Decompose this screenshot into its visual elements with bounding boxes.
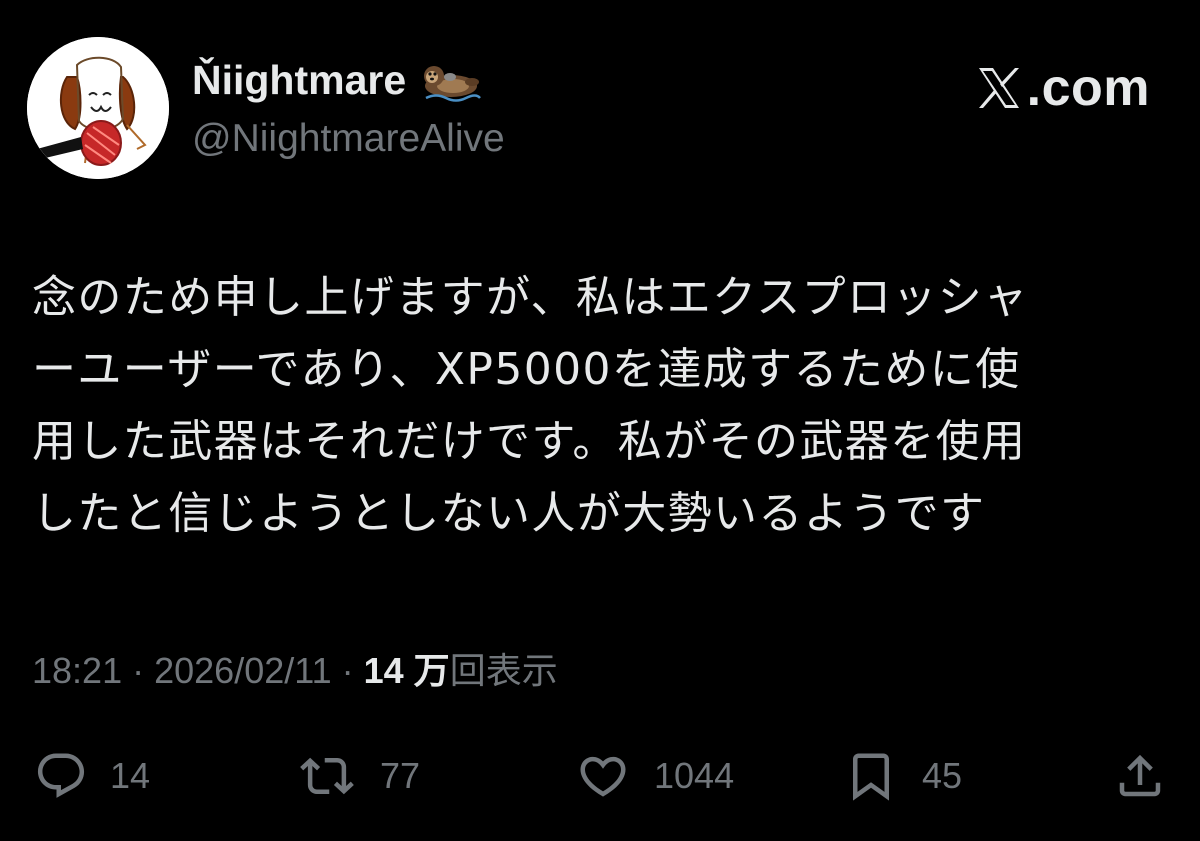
tweet-text-line: 念のため申し上げますが、私はエクスプロッシャ [32, 272, 1029, 323]
tweet-card: Ňiightmare @NiightmareAlive .com 念のため申し上… [0, 0, 1200, 841]
views-label: 回表示 [449, 650, 558, 691]
meta-separator: · [341, 650, 364, 691]
tweet-text-line: 用した武器はそれだけです。私がその武器を使用 [32, 416, 1027, 467]
tweet-text: 念のため申し上げますが、私はエクスプロッシャ ーユーザーであり、XP5000を達… [32, 262, 1172, 550]
action-bar: 14 77 1044 45 [0, 744, 1200, 808]
otter-icon [420, 58, 482, 102]
bookmark-button[interactable]: 45 [842, 744, 962, 808]
avatar-drawing [27, 37, 169, 179]
meta-separator: · [132, 650, 155, 691]
retweet-icon [300, 757, 354, 795]
brand-text: .com [1026, 59, 1150, 117]
tweet-time[interactable]: 18:21 [32, 650, 122, 691]
avatar[interactable] [27, 37, 169, 179]
x-com-brand[interactable]: .com [975, 58, 1150, 118]
reply-icon [37, 753, 85, 798]
retweet-button[interactable]: 77 [296, 744, 420, 808]
tweet-meta: 18:21 · 2026/02/11 · 14 万回表示 [32, 643, 558, 699]
author-handle[interactable]: @NiightmareAlive [192, 117, 505, 161]
share-icon [1119, 754, 1161, 797]
views-count[interactable]: 14 万 [364, 650, 450, 691]
bookmark-count: 45 [922, 755, 963, 796]
like-button[interactable]: 1044 [574, 744, 734, 808]
bookmark-icon [853, 753, 889, 801]
reply-button[interactable]: 14 [34, 744, 150, 808]
heart-icon [580, 756, 626, 797]
author-name-row[interactable]: Ňiightmare [192, 52, 482, 108]
tweet-text-line: したと信じようとしない人が大勢いるようです [32, 488, 986, 539]
reply-count: 14 [110, 755, 151, 796]
x-logo-icon [975, 64, 1023, 112]
tweet-date[interactable]: 2026/02/11 [154, 650, 332, 691]
display-name[interactable]: Ňiightmare [192, 57, 406, 104]
retweet-count: 77 [380, 755, 421, 796]
tweet-text-line: ーユーザーであり、XP5000を達成するために使 [32, 344, 1021, 395]
share-button[interactable] [1112, 744, 1168, 808]
like-count: 1044 [654, 755, 735, 796]
